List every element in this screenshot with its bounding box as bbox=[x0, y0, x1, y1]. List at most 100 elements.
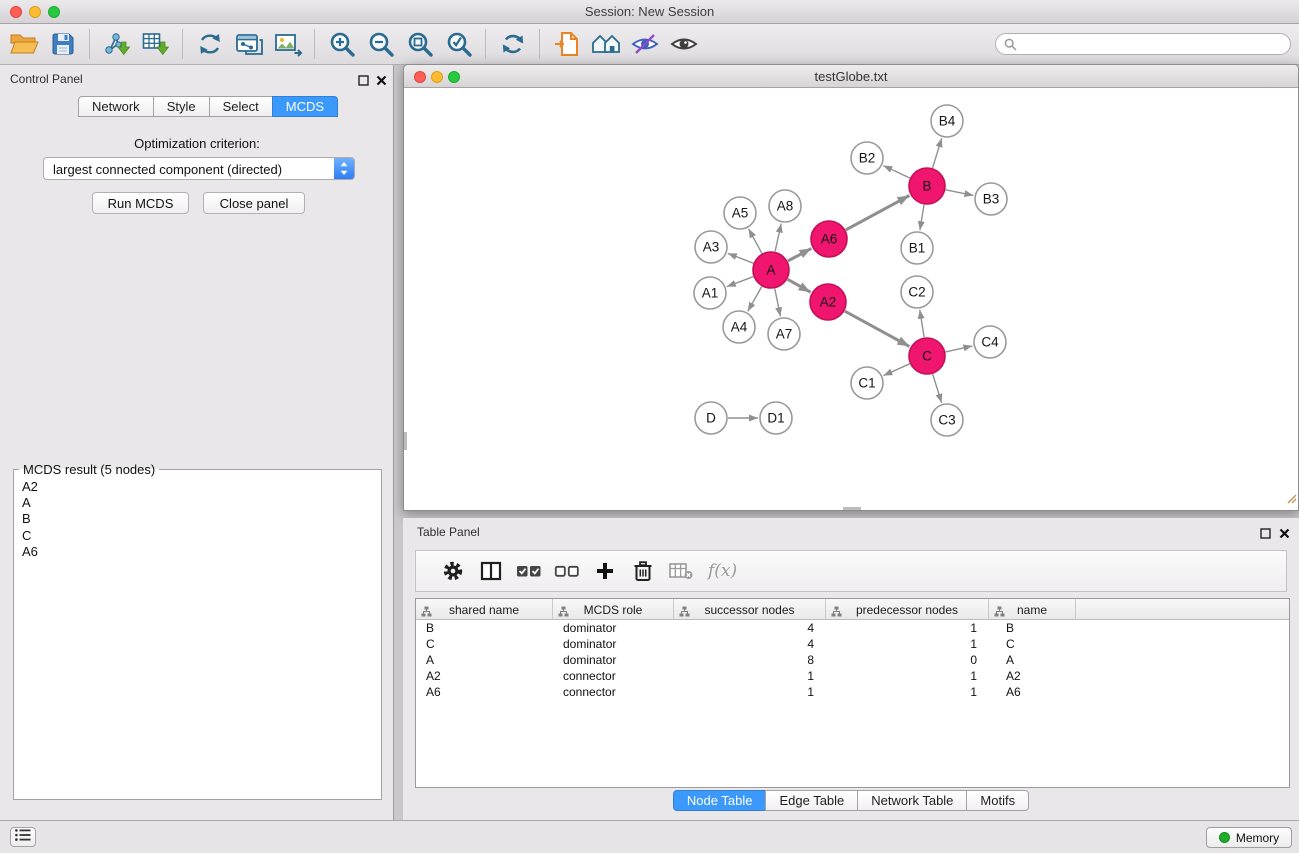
import-network-file-icon[interactable] bbox=[97, 27, 136, 61]
network-edge-B-B3[interactable] bbox=[946, 190, 974, 196]
zoom-in-icon[interactable] bbox=[322, 27, 361, 61]
refresh-layout-icon[interactable] bbox=[493, 27, 532, 61]
column-header-successor-nodes[interactable]: successor nodes bbox=[674, 599, 826, 620]
network-node-A5[interactable]: A5 bbox=[724, 197, 756, 229]
network-edge-A-A1[interactable] bbox=[727, 277, 753, 287]
network-edge-A-A5[interactable] bbox=[749, 229, 762, 254]
mcds-result-item[interactable]: C bbox=[22, 528, 381, 544]
network-node-D1[interactable]: D1 bbox=[760, 402, 792, 434]
network-node-A1[interactable]: A1 bbox=[694, 277, 726, 309]
deselect-all-icon[interactable] bbox=[548, 554, 586, 588]
network-node-C3[interactable]: C3 bbox=[931, 404, 963, 436]
horizontal-scroll-indicator[interactable] bbox=[843, 507, 861, 510]
table-row[interactable]: Cdominator41C bbox=[416, 636, 1289, 652]
network-node-B3[interactable]: B3 bbox=[975, 183, 1007, 215]
network-node-A8[interactable]: A8 bbox=[769, 190, 801, 222]
tab-motifs[interactable]: Motifs bbox=[966, 790, 1029, 811]
network-edge-B-B4[interactable] bbox=[933, 138, 942, 168]
tab-edge-table[interactable]: Edge Table bbox=[765, 790, 858, 811]
mcds-result-item[interactable]: A6 bbox=[22, 544, 381, 560]
float-table-panel-icon[interactable] bbox=[1258, 526, 1272, 540]
status-menu-button[interactable] bbox=[10, 827, 36, 847]
table-row[interactable]: A2connector11A2 bbox=[416, 668, 1289, 684]
table-row[interactable]: Adominator80A bbox=[416, 652, 1289, 668]
zoom-fit-icon[interactable] bbox=[400, 27, 439, 61]
add-row-icon[interactable] bbox=[586, 554, 624, 588]
run-mcds-button[interactable]: Run MCDS bbox=[92, 192, 189, 214]
network-node-A4[interactable]: A4 bbox=[723, 311, 755, 343]
network-edge-A-A3[interactable] bbox=[728, 253, 754, 263]
network-node-C2[interactable]: C2 bbox=[901, 276, 933, 308]
network-edge-A-A6[interactable] bbox=[788, 248, 812, 261]
delete-row-icon[interactable] bbox=[624, 554, 662, 588]
network-edge-C-C2[interactable] bbox=[920, 310, 924, 337]
clone-network-icon[interactable] bbox=[229, 27, 268, 61]
table-row[interactable]: Bdominator41B bbox=[416, 620, 1289, 636]
search-input[interactable] bbox=[1020, 35, 1284, 53]
table-row[interactable]: A6connector11A6 bbox=[416, 684, 1289, 700]
column-header-name[interactable]: name bbox=[989, 599, 1076, 620]
network-node-A2[interactable]: A2 bbox=[810, 284, 846, 320]
network-node-C[interactable]: C bbox=[909, 338, 945, 374]
network-edge-C-C3[interactable] bbox=[933, 374, 942, 403]
import-table-file-icon[interactable] bbox=[136, 27, 175, 61]
style-visibility-icon[interactable] bbox=[625, 27, 664, 61]
network-edge-A-A8[interactable] bbox=[775, 224, 781, 252]
network-edge-A6-B[interactable] bbox=[846, 196, 910, 231]
network-canvas[interactable]: A A1 A2 A3 A4 A5 A6 A7 A8 B B1 B2 B3 bbox=[404, 88, 1298, 510]
table-settings-icon[interactable] bbox=[434, 554, 472, 588]
function-builder-icon[interactable]: f(x) bbox=[708, 561, 737, 581]
paste-network-icon[interactable] bbox=[547, 27, 586, 61]
close-table-panel-icon[interactable] bbox=[1277, 526, 1291, 540]
network-node-C4[interactable]: C4 bbox=[974, 326, 1006, 358]
network-edge-A-A4[interactable] bbox=[748, 287, 762, 312]
show-graphics-icon[interactable] bbox=[664, 27, 703, 61]
select-all-icon[interactable] bbox=[510, 554, 548, 588]
network-node-B4[interactable]: B4 bbox=[931, 105, 963, 137]
resize-grip-icon[interactable] bbox=[1285, 491, 1297, 509]
column-header-predecessor-nodes[interactable]: predecessor nodes bbox=[826, 599, 989, 620]
network-node-A7[interactable]: A7 bbox=[768, 318, 800, 350]
tab-select[interactable]: Select bbox=[209, 96, 273, 117]
network-edge-A-A7[interactable] bbox=[775, 289, 781, 317]
float-panel-icon[interactable] bbox=[356, 73, 370, 87]
delete-table-icon[interactable] bbox=[662, 554, 700, 588]
network-node-C1[interactable]: C1 bbox=[851, 367, 883, 399]
column-header-shared-name[interactable]: shared name bbox=[416, 599, 553, 620]
new-network-icon[interactable] bbox=[190, 27, 229, 61]
network-overview-icon[interactable] bbox=[586, 27, 625, 61]
open-session-icon[interactable] bbox=[4, 27, 43, 61]
mcds-result-item[interactable]: A2 bbox=[22, 479, 381, 495]
network-edge-C-C4[interactable] bbox=[946, 346, 973, 352]
network-node-B1[interactable]: B1 bbox=[901, 232, 933, 264]
tab-style[interactable]: Style bbox=[153, 96, 210, 117]
export-image-icon[interactable] bbox=[268, 27, 307, 61]
network-edge-B-B2[interactable] bbox=[883, 166, 910, 178]
close-panel-icon[interactable] bbox=[374, 73, 388, 87]
close-panel-button[interactable]: Close panel bbox=[203, 192, 305, 214]
mcds-result-item[interactable]: A bbox=[22, 495, 381, 511]
show-columns-icon[interactable] bbox=[472, 554, 510, 588]
network-node-A3[interactable]: A3 bbox=[695, 231, 727, 263]
network-edge-B-B1[interactable] bbox=[920, 205, 924, 230]
tab-mcds[interactable]: MCDS bbox=[272, 96, 338, 117]
network-edge-A2-C[interactable] bbox=[845, 311, 910, 346]
save-session-icon[interactable] bbox=[43, 27, 82, 61]
network-node-B[interactable]: B bbox=[909, 168, 945, 204]
memory-button[interactable]: Memory bbox=[1206, 827, 1292, 848]
optimization-criterion-select[interactable]: largest connected component (directed) bbox=[43, 157, 355, 180]
zoom-selected-icon[interactable] bbox=[439, 27, 478, 61]
network-edge-C-C1[interactable] bbox=[883, 364, 909, 376]
tab-node-table[interactable]: Node Table bbox=[673, 790, 767, 811]
network-node-A6[interactable]: A6 bbox=[811, 221, 847, 257]
network-edge-A-A2[interactable] bbox=[788, 279, 811, 292]
tab-network[interactable]: Network bbox=[78, 96, 154, 117]
tab-network-table[interactable]: Network Table bbox=[857, 790, 967, 811]
network-node-B2[interactable]: B2 bbox=[851, 142, 883, 174]
network-node-A[interactable]: A bbox=[753, 252, 789, 288]
vertical-scroll-indicator[interactable] bbox=[404, 432, 407, 450]
mcds-result-item[interactable]: B bbox=[22, 511, 381, 527]
zoom-out-icon[interactable] bbox=[361, 27, 400, 61]
column-header-MCDS-role[interactable]: MCDS role bbox=[553, 599, 674, 620]
network-node-D[interactable]: D bbox=[695, 402, 727, 434]
